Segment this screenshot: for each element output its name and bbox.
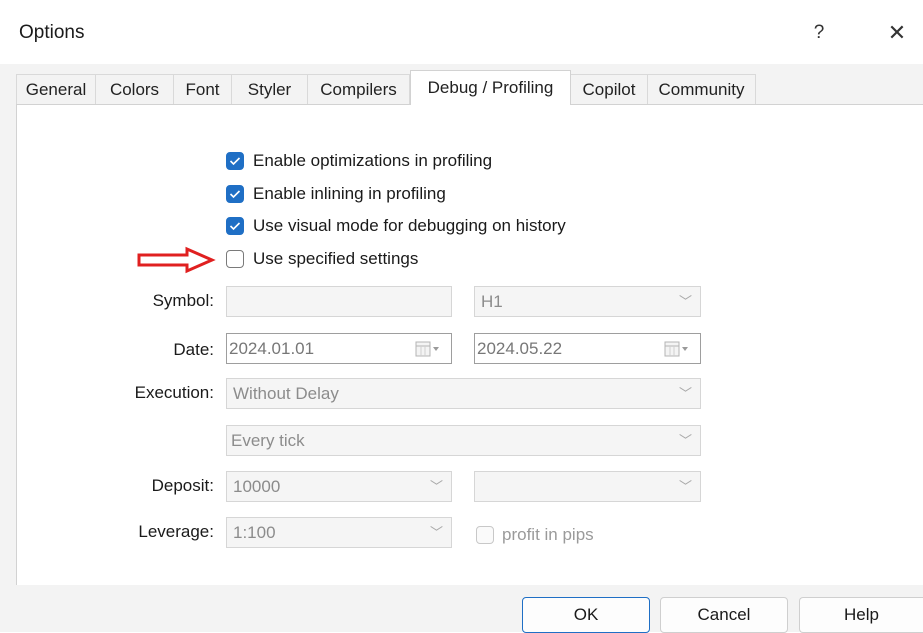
execution-label: Execution: — [134, 383, 214, 402]
tab-debug-profiling[interactable]: Debug / Profiling — [410, 70, 571, 105]
leverage-select[interactable]: 1:100 ﹀ — [226, 517, 452, 548]
checkbox-checked-icon[interactable] — [226, 185, 244, 203]
chevron-down-icon[interactable]: ﹀ — [430, 518, 443, 547]
deposit-label: Deposit: — [151, 476, 214, 495]
tab-community[interactable]: Community — [648, 74, 756, 104]
tab-compilers[interactable]: Compilers — [308, 74, 410, 104]
checkbox-checked-icon[interactable] — [226, 152, 244, 170]
deposit-select[interactable]: 10000 ﹀ — [226, 471, 452, 502]
help-icon[interactable]: ? — [805, 18, 833, 48]
model-value: Every tick — [231, 431, 305, 450]
use-specified-settings-label: Use specified settings — [253, 249, 419, 268]
title-bar: Options ? ✕ — [0, 0, 923, 64]
symbol-label: Symbol: — [152, 291, 214, 310]
profit-in-pips-checkbox[interactable]: profit in pips — [476, 522, 594, 548]
calendar-icon[interactable] — [415, 341, 441, 357]
chevron-down-icon[interactable]: ﹀ — [679, 426, 692, 455]
red-arrow-icon — [137, 246, 216, 274]
tab-styler[interactable]: Styler — [232, 74, 308, 104]
chevron-down-icon[interactable]: ﹀ — [679, 287, 692, 316]
date-from-value: 2024.01.01 — [229, 339, 315, 358]
checkbox-unchecked-icon[interactable] — [226, 250, 244, 268]
chevron-down-icon[interactable]: ﹀ — [679, 379, 692, 408]
checkbox-unchecked-icon[interactable] — [476, 526, 494, 544]
use-specified-settings-checkbox[interactable]: Use specified settings — [226, 246, 418, 272]
enable-optimizations-checkbox[interactable]: Enable optimizations in profiling — [226, 148, 492, 174]
chevron-down-icon[interactable]: ﹀ — [430, 472, 443, 501]
date-to-value: 2024.05.22 — [477, 339, 563, 358]
enable-optimizations-label: Enable optimizations in profiling — [253, 151, 493, 170]
execution-value: Without Delay — [233, 384, 339, 403]
profit-in-pips-label: profit in pips — [502, 525, 594, 544]
tab-colors[interactable]: Colors — [96, 74, 174, 104]
symbol-input[interactable] — [226, 286, 452, 317]
model-select[interactable]: Every tick ﹀ — [226, 425, 701, 456]
help-button[interactable]: Help — [799, 597, 923, 633]
checkbox-checked-icon[interactable] — [226, 217, 244, 235]
enable-inlining-checkbox[interactable]: Enable inlining in profiling — [226, 181, 446, 207]
calendar-icon[interactable] — [664, 341, 690, 357]
timeframe-value: H1 — [481, 292, 503, 311]
date-from-picker[interactable]: 2024.01.01 — [226, 333, 452, 364]
options-dialog: Options ? ✕ General Colors Font Styler C… — [0, 0, 923, 633]
timeframe-select[interactable]: H1 ﹀ — [474, 286, 701, 317]
cancel-button[interactable]: Cancel — [660, 597, 788, 633]
ok-button[interactable]: OK — [522, 597, 650, 633]
leverage-label: Leverage: — [138, 522, 214, 541]
visual-mode-label: Use visual mode for debugging on history — [253, 216, 566, 235]
date-label: Date: — [173, 340, 214, 359]
execution-select[interactable]: Without Delay ﹀ — [226, 378, 701, 409]
tab-font[interactable]: Font — [174, 74, 232, 104]
visual-mode-checkbox[interactable]: Use visual mode for debugging on history — [226, 213, 566, 239]
enable-inlining-label: Enable inlining in profiling — [253, 184, 446, 203]
date-to-picker[interactable]: 2024.05.22 — [474, 333, 701, 364]
chevron-down-icon[interactable]: ﹀ — [679, 472, 692, 501]
currency-select[interactable]: ﹀ — [474, 471, 701, 502]
tab-general[interactable]: General — [16, 74, 96, 104]
tab-copilot[interactable]: Copilot — [571, 74, 648, 104]
deposit-value: 10000 — [233, 477, 281, 496]
leverage-value: 1:100 — [233, 523, 276, 542]
dialog-title: Options — [19, 22, 85, 43]
close-icon[interactable]: ✕ — [880, 18, 914, 48]
